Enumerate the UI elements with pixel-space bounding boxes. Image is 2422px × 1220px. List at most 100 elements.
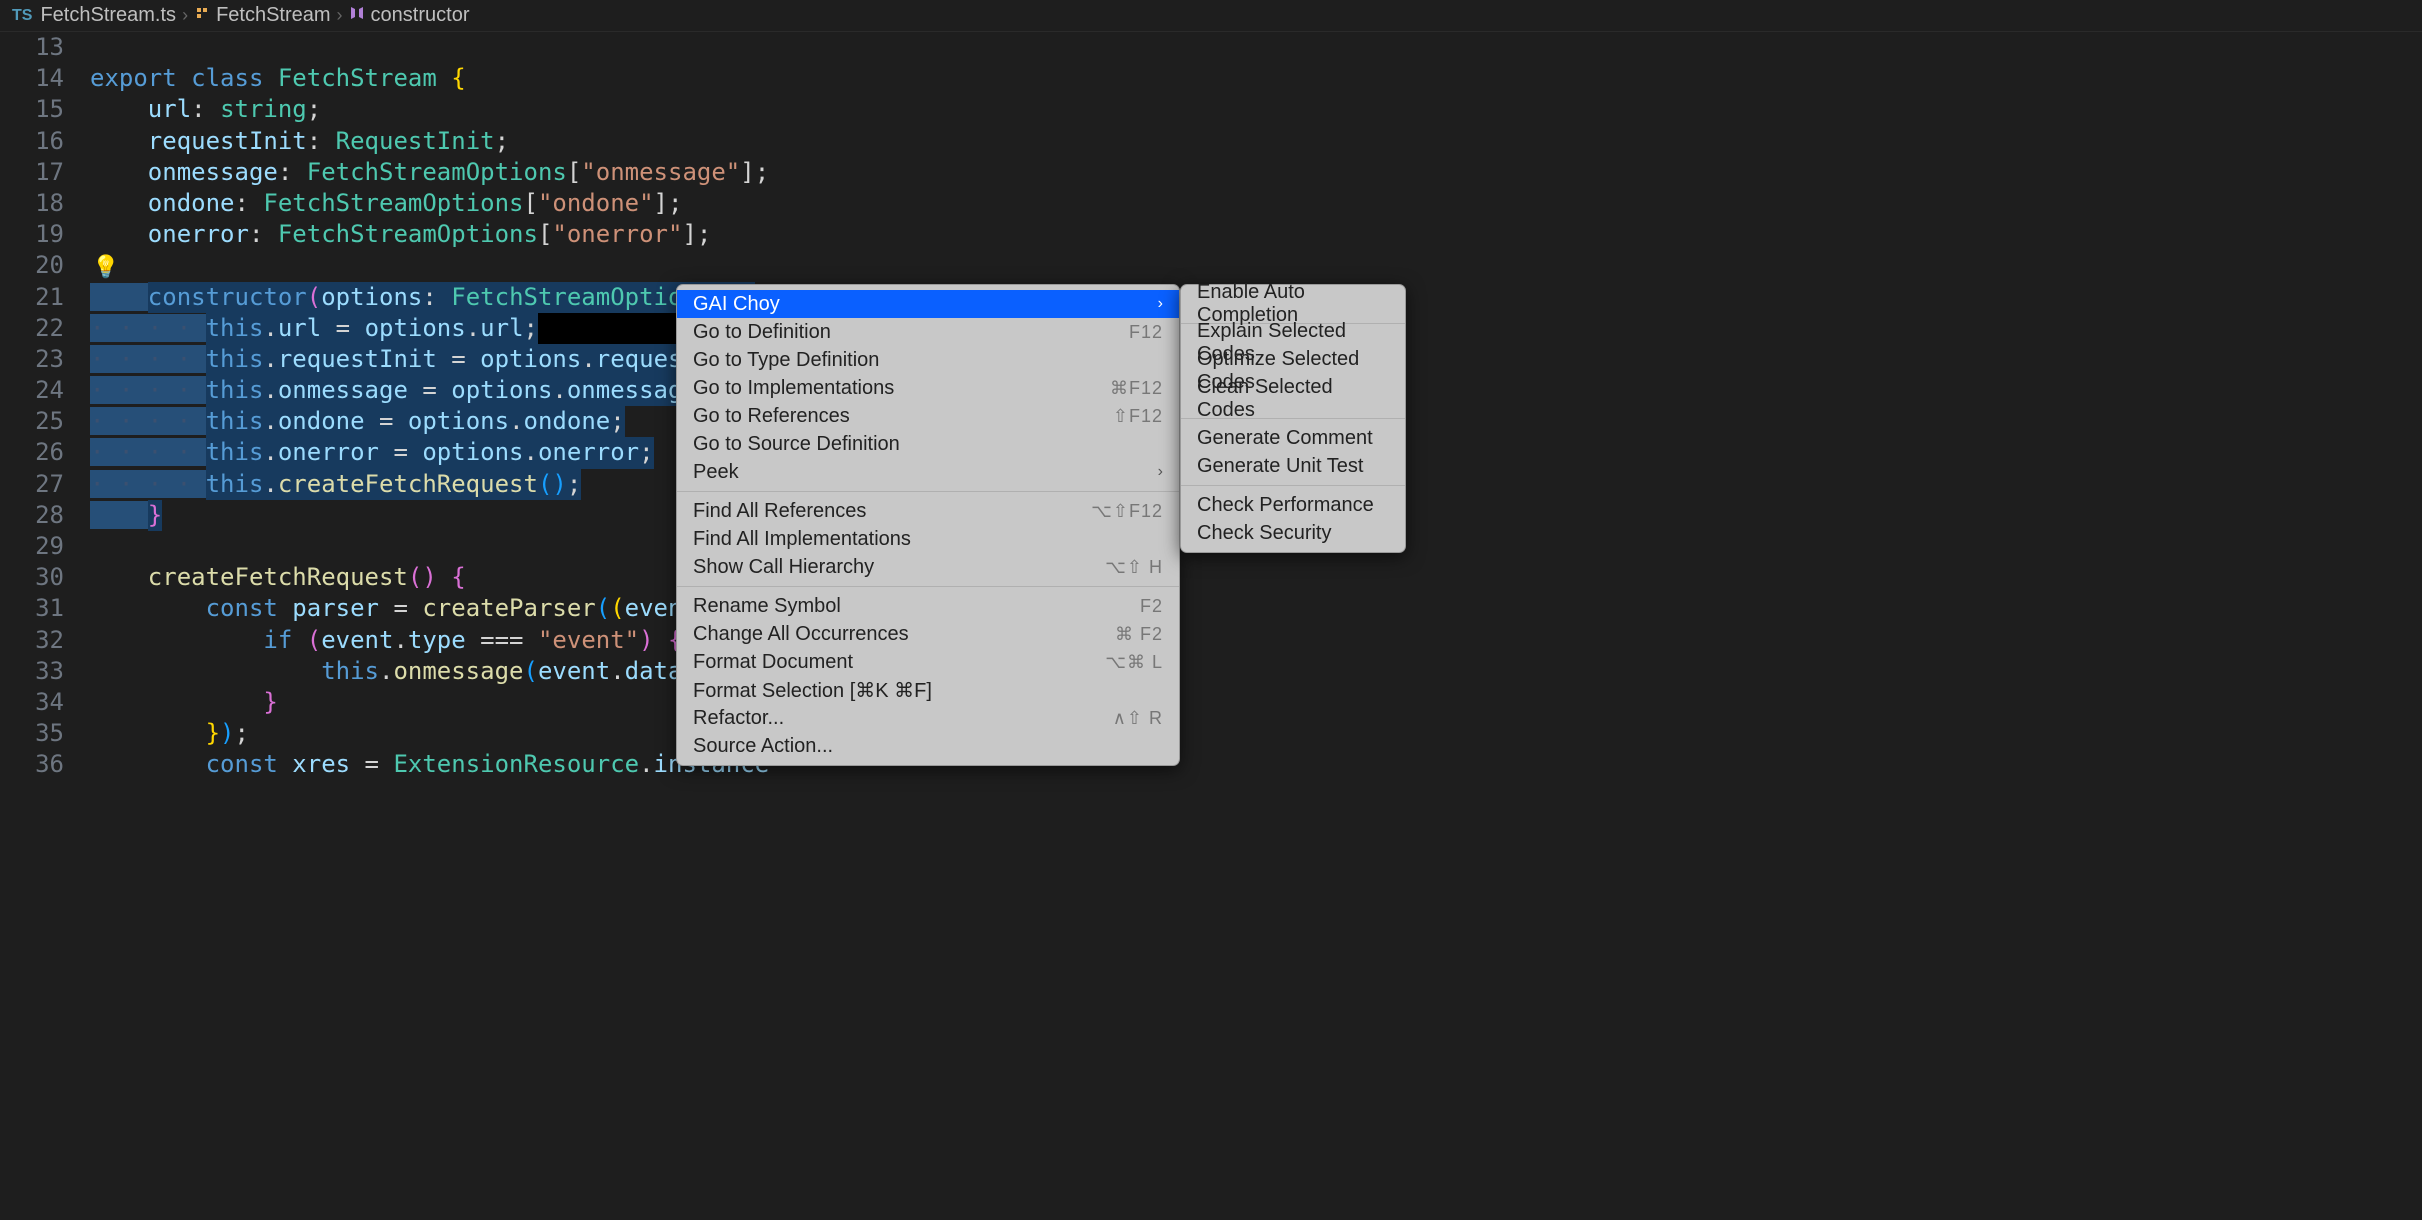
menu-separator — [1181, 485, 1405, 486]
chevron-right-icon: › — [1158, 295, 1163, 313]
code-line[interactable]: ondone: FetchStreamOptions["ondone"]; — [90, 188, 769, 219]
menu-item-check-security[interactable]: Check Security — [1181, 519, 1405, 547]
menu-item-find-all-references[interactable]: Find All References ⌥⇧F12 — [677, 497, 1179, 525]
breadcrumb-class[interactable]: FetchStream — [216, 4, 330, 27]
line-number: 16 — [0, 126, 64, 157]
menu-item-label: Change All Occurrences — [693, 623, 909, 646]
menu-item-go-to-source-definition[interactable]: Go to Source Definition — [677, 430, 1179, 458]
menu-shortcut: ⌥⇧ H — [1105, 557, 1163, 578]
line-number: 27 — [0, 469, 64, 500]
menu-item-go-to-type-definition[interactable]: Go to Type Definition — [677, 346, 1179, 374]
line-number: 30 — [0, 562, 64, 593]
code-line[interactable]: this.onmessage(event.data); — [90, 656, 769, 687]
menu-shortcut: F2 — [1140, 596, 1163, 617]
menu-item-clean-selected-codes[interactable]: Clean Selected Codes — [1181, 385, 1405, 413]
menu-shortcut: ⇧F12 — [1113, 406, 1163, 427]
chevron-right-icon: › — [182, 5, 188, 26]
menu-shortcut: ∧⇧ R — [1113, 708, 1163, 729]
breadcrumb-file[interactable]: FetchStream.ts — [40, 4, 176, 27]
menu-item-generate-comment[interactable]: Generate Comment — [1181, 424, 1405, 452]
code-line[interactable]: · · · · this.requestInit = options.reque… — [90, 344, 769, 375]
menu-item-go-to-definition[interactable]: Go to Definition F12 — [677, 318, 1179, 346]
menu-item-label: Rename Symbol — [693, 595, 841, 618]
menu-item-label: Format Selection [⌘K ⌘F] — [693, 678, 932, 703]
code-line[interactable]: } — [90, 687, 769, 718]
menu-item-change-all-occurrences[interactable]: Change All Occurrences ⌘ F2 — [677, 620, 1179, 648]
context-submenu[interactable]: Enable Auto Completion Explain Selected … — [1180, 284, 1406, 553]
line-number: 20 — [0, 250, 64, 281]
context-menu[interactable]: GAI Choy › Go to Definition F12 Go to Ty… — [676, 284, 1180, 766]
code-line[interactable] — [90, 32, 769, 63]
code-line[interactable]: } — [90, 500, 769, 531]
line-number: 22 — [0, 313, 64, 344]
line-number: 25 — [0, 406, 64, 437]
line-number: 15 — [0, 94, 64, 125]
code-line[interactable]: · · · · this.ondone = options.ondone; — [90, 406, 769, 437]
menu-item-go-to-references[interactable]: Go to References ⇧F12 — [677, 402, 1179, 430]
chevron-right-icon: › — [1158, 463, 1163, 481]
menu-item-rename-symbol[interactable]: Rename Symbol F2 — [677, 592, 1179, 620]
menu-item-label: Find All References — [693, 500, 866, 523]
menu-item-format-selection[interactable]: Format Selection [⌘K ⌘F] — [677, 676, 1179, 704]
menu-separator — [677, 586, 1179, 587]
menu-item-check-performance[interactable]: Check Performance — [1181, 491, 1405, 519]
code-line[interactable]: const xres = ExtensionResource.instance — [90, 749, 769, 780]
menu-item-label: GAI Choy — [693, 293, 780, 316]
menu-item-gai-choy[interactable]: GAI Choy › — [677, 290, 1179, 318]
menu-item-label: Show Call Hierarchy — [693, 556, 874, 579]
code-line[interactable]: createFetchRequest() { — [90, 562, 769, 593]
menu-item-peek[interactable]: Peek › — [677, 458, 1179, 486]
menu-separator — [677, 491, 1179, 492]
menu-item-label: Refactor... — [693, 707, 784, 730]
code-line[interactable]: · · · · this.createFetchRequest(); — [90, 469, 769, 500]
code-line[interactable]: · · · · this.onmessage = options.onmessa… — [90, 375, 769, 406]
line-number: 21 — [0, 282, 64, 313]
breadcrumb-symbol[interactable]: constructor — [371, 4, 470, 27]
line-number: 35 — [0, 718, 64, 749]
menu-item-generate-unit-test[interactable]: Generate Unit Test — [1181, 452, 1405, 480]
lightbulb-icon[interactable]: 💡 — [92, 254, 119, 280]
menu-item-label: Clean Selected Codes — [1197, 376, 1389, 422]
code-line[interactable]: · · · · this.url = options.url; — [90, 313, 769, 344]
typescript-file-icon: TS — [12, 7, 32, 25]
menu-item-format-document[interactable]: Format Document ⌥⌘ L — [677, 648, 1179, 676]
line-number: 34 — [0, 687, 64, 718]
line-number: 32 — [0, 625, 64, 656]
menu-item-label: Peek — [693, 461, 739, 484]
code-line[interactable]: onerror: FetchStreamOptions["onerror"]; — [90, 219, 769, 250]
code-line[interactable] — [90, 250, 769, 281]
menu-item-refactor[interactable]: Refactor... ∧⇧ R — [677, 704, 1179, 732]
code-content[interactable]: export class FetchStream { url: string; … — [90, 32, 769, 781]
line-number: 14 — [0, 63, 64, 94]
line-number: 26 — [0, 437, 64, 468]
code-line[interactable]: onmessage: FetchStreamOptions["onmessage… — [90, 157, 769, 188]
code-line[interactable]: if (event.type === "event") { — [90, 625, 769, 656]
menu-item-label: Find All Implementations — [693, 528, 911, 551]
line-number: 33 — [0, 656, 64, 687]
menu-shortcut: ⌘F12 — [1110, 378, 1163, 399]
menu-item-label: Format Document — [693, 651, 853, 674]
code-line[interactable]: const parser = createParser((event: Par — [90, 593, 769, 624]
menu-item-source-action[interactable]: Source Action... — [677, 732, 1179, 760]
menu-shortcut: F12 — [1129, 322, 1163, 343]
code-line[interactable]: · · · · this.onerror = options.onerror; — [90, 437, 769, 468]
line-number: 17 — [0, 157, 64, 188]
code-line[interactable]: url: string; — [90, 94, 769, 125]
menu-item-label: Go to Source Definition — [693, 433, 900, 456]
line-number: 29 — [0, 531, 64, 562]
menu-item-find-all-implementations[interactable]: Find All Implementations — [677, 525, 1179, 553]
code-line[interactable] — [90, 531, 769, 562]
code-line[interactable]: requestInit: RequestInit; — [90, 126, 769, 157]
code-line[interactable]: }); — [90, 718, 769, 749]
line-number: 19 — [0, 219, 64, 250]
code-line[interactable]: export class FetchStream { — [90, 63, 769, 94]
menu-item-enable-auto-completion[interactable]: Enable Auto Completion — [1181, 290, 1405, 318]
menu-item-show-call-hierarchy[interactable]: Show Call Hierarchy ⌥⇧ H — [677, 553, 1179, 581]
menu-item-label: Generate Unit Test — [1197, 455, 1363, 478]
breadcrumb[interactable]: TS FetchStream.ts › FetchStream › constr… — [0, 0, 2422, 32]
constructor-symbol-icon — [349, 5, 365, 26]
menu-item-go-to-implementations[interactable]: Go to Implementations ⌘F12 — [677, 374, 1179, 402]
menu-item-label: Source Action... — [693, 735, 833, 758]
code-line[interactable]: constructor(options: FetchStreamOptions)… — [90, 282, 769, 313]
menu-shortcut: ⌥⌘ L — [1105, 652, 1163, 673]
